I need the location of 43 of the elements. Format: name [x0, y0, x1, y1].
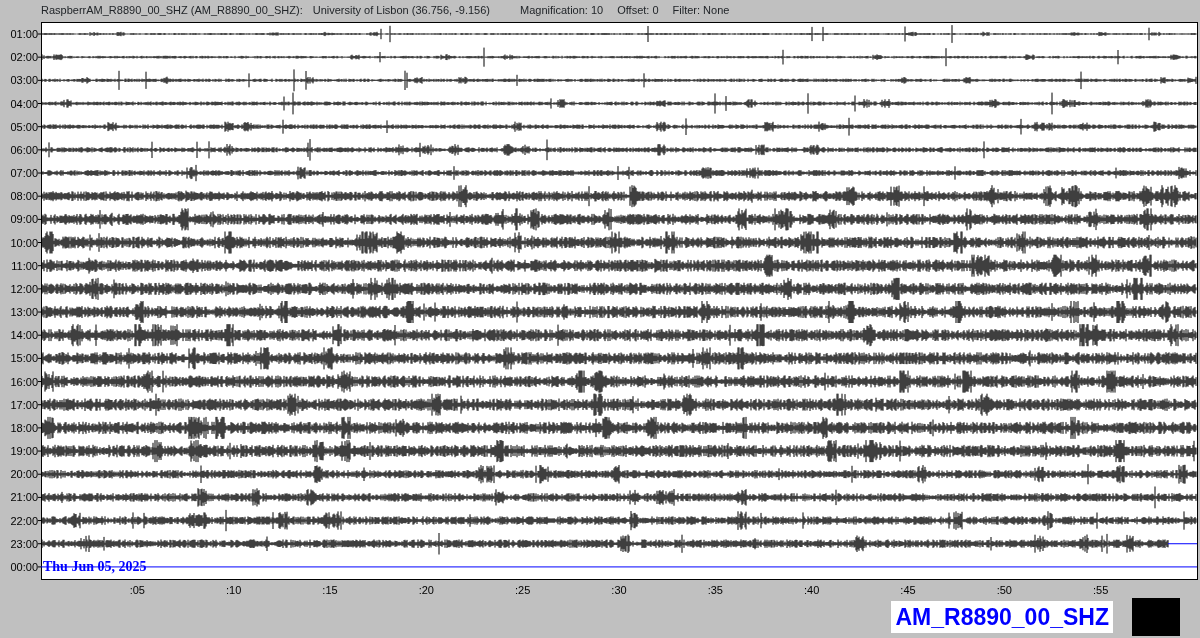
minute-tick-label: :40: [804, 584, 820, 596]
hour-label: 12:00: [10, 282, 38, 295]
filter-text: Filter: None: [672, 3, 730, 19]
hour-label: 11:00: [11, 259, 38, 272]
minute-tick-label: :30: [611, 584, 627, 596]
color-swatch: [1132, 598, 1180, 636]
hour-label: 15:00: [10, 352, 38, 365]
station-label: AM_R8890_00_SHZ: [891, 601, 1113, 633]
hour-label: 20:00: [10, 468, 38, 481]
hour-label: 14:00: [10, 329, 38, 342]
minute-tick-label: :05: [129, 584, 145, 596]
hour-label: 06:00: [10, 143, 38, 156]
location-text: University of Lisbon (36.756, -9.156): [312, 3, 490, 19]
hour-label: 05:00: [10, 120, 38, 133]
minute-tick-label: :15: [322, 584, 338, 596]
hour-label: 07:00: [10, 167, 38, 179]
hour-label: 04:00: [10, 97, 38, 110]
hour-label: 10:00: [10, 236, 38, 249]
minute-tick-label: :50: [996, 584, 1012, 596]
hour-label: 17:00: [10, 398, 38, 411]
station-name: RaspberrAM_R8890_00_SHZ (AM_R8890_00_SHZ):: [41, 3, 303, 19]
minute-tick-label: :25: [515, 584, 531, 596]
minute-tick-label: :10: [226, 584, 242, 596]
hour-label: 02:00: [10, 51, 38, 64]
hour-label: 01:00: [10, 28, 38, 40]
hour-label: 08:00: [10, 190, 38, 203]
hour-label: 09:00: [10, 213, 38, 226]
hour-label: 21:00: [10, 491, 38, 504]
trace-baseline: [1167, 543, 1198, 545]
minute-tick-label: :35: [707, 584, 723, 596]
hour-label: 13:00: [10, 306, 38, 319]
hour-label: 00:00: [10, 560, 38, 573]
offset-text: Offset: 0: [617, 3, 659, 19]
magnification-text: Magnification: 10: [520, 3, 604, 19]
hour-label: 16:00: [10, 375, 38, 388]
hour-label: 03:00: [10, 74, 38, 87]
hour-label: 22:00: [10, 514, 38, 527]
minute-tick-label: :55: [1093, 584, 1109, 596]
minute-tick-label: :45: [900, 584, 916, 596]
hour-label: 19:00: [10, 445, 38, 458]
hour-label: 23:00: [10, 537, 38, 550]
minute-tick-label: :20: [418, 584, 434, 596]
hour-label: 18:00: [10, 421, 38, 434]
